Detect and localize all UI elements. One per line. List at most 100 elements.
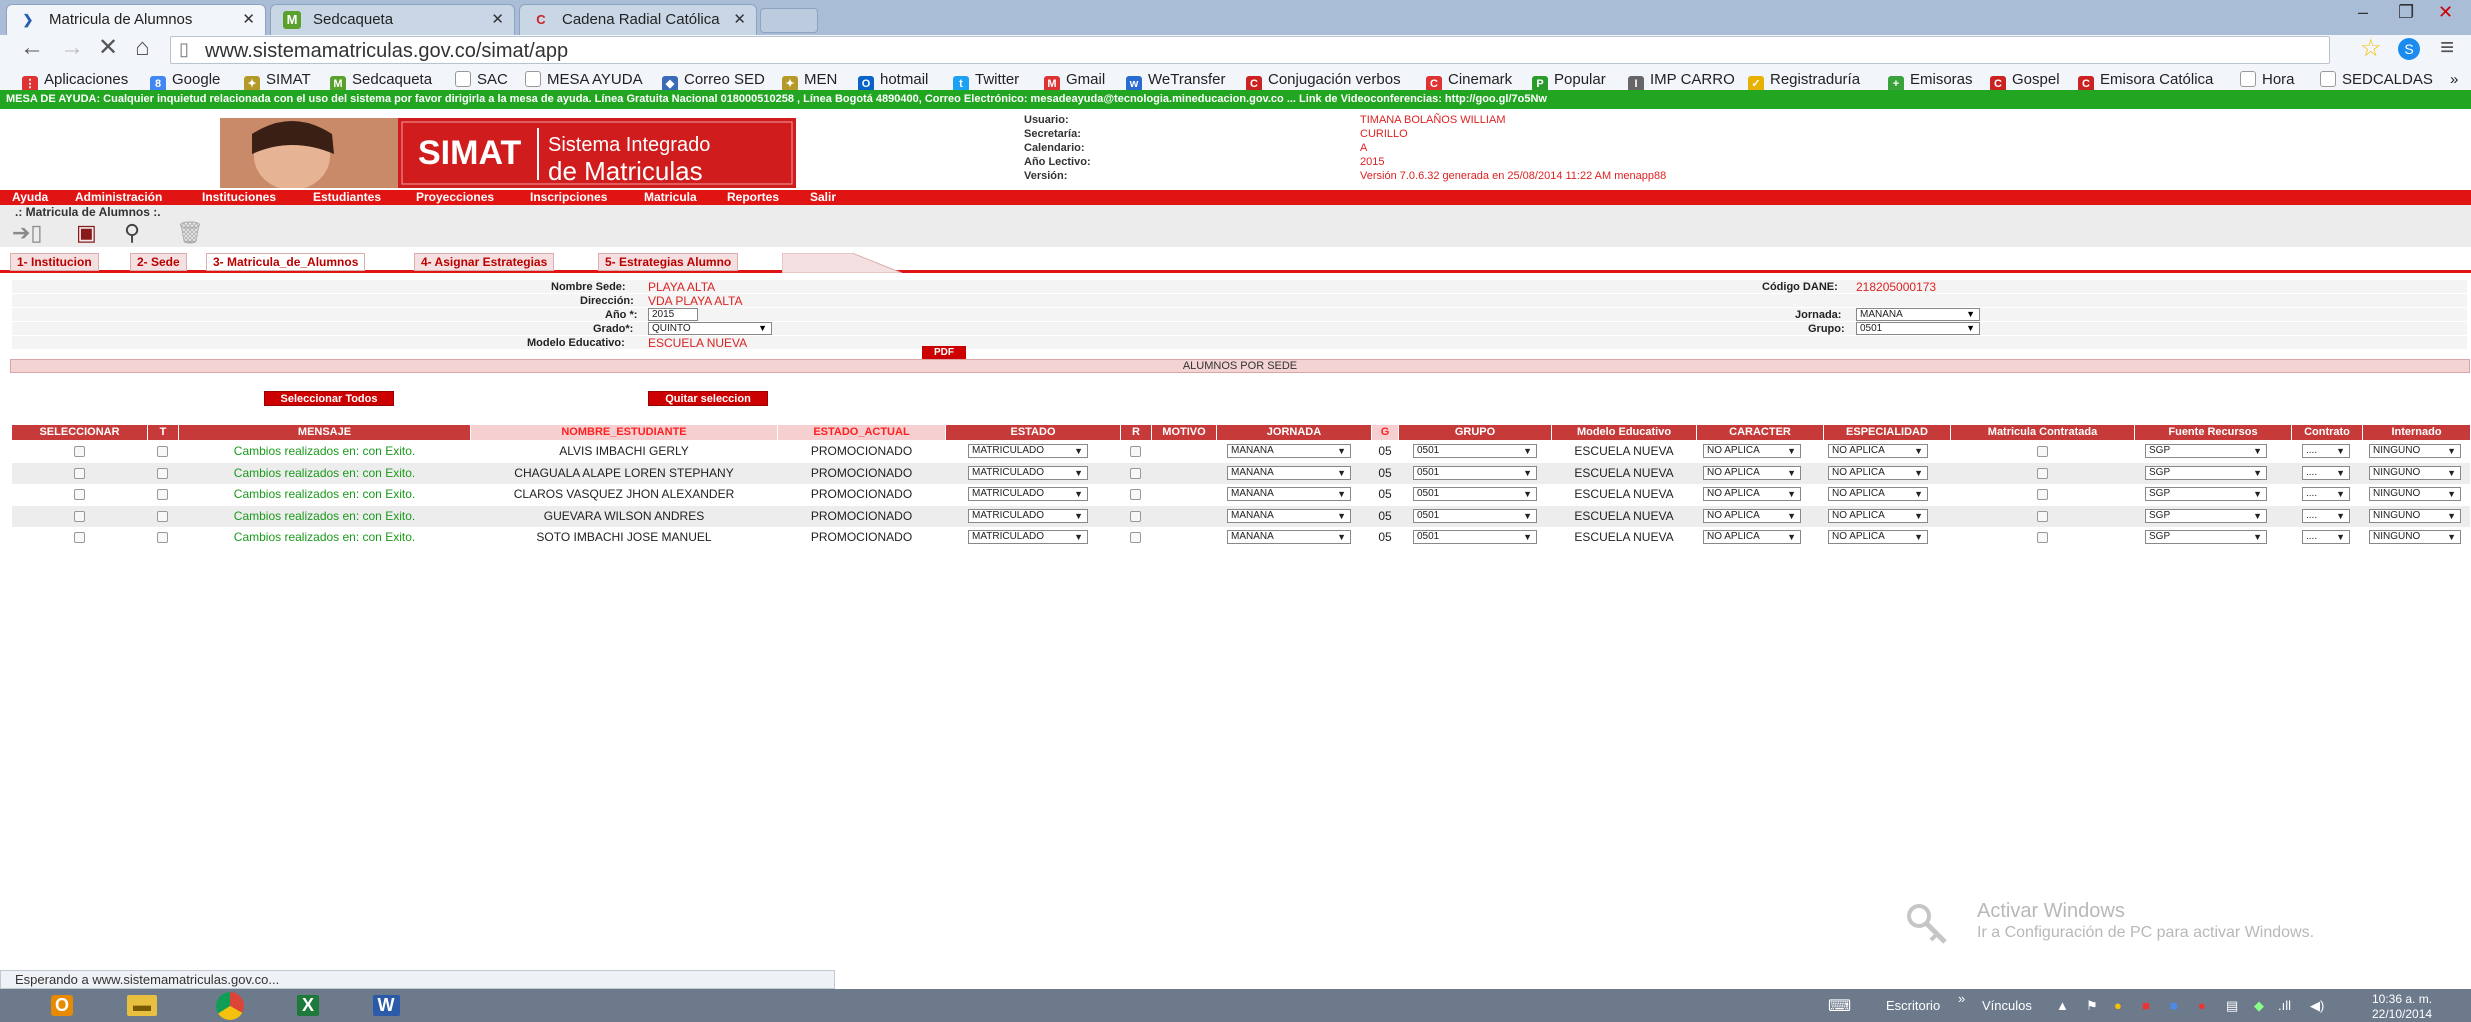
- bookmark-sedcaqueta[interactable]: M Sedcaqueta: [330, 71, 432, 92]
- bookmark-simat[interactable]: ✦ SIMAT: [244, 71, 311, 92]
- fuente-recursos-select[interactable]: SGP ▼: [2145, 465, 2267, 480]
- bookmark-hotmail[interactable]: Ohotmail: [858, 71, 928, 92]
- bookmark-gmail[interactable]: M Gmail: [1044, 71, 1105, 92]
- estado-select[interactable]: MATRICULADO ▼: [968, 465, 1088, 480]
- select-checkbox[interactable]: [73, 510, 85, 522]
- tab-institucion[interactable]: 1- Institucion: [10, 253, 99, 271]
- menu-administracion[interactable]: Administración: [75, 190, 162, 205]
- menu-reportes[interactable]: Reportes: [727, 190, 779, 205]
- header-modelo-educativo[interactable]: Modelo Educativo: [1552, 425, 1696, 440]
- pdf-button[interactable]: PDF: [922, 346, 966, 359]
- back-icon[interactable]: ←: [20, 35, 44, 61]
- more-bookmarks-icon[interactable]: »: [2450, 71, 2458, 88]
- tab-matricula-alumnos[interactable]: 3- Matricula_de_Alumnos: [206, 253, 366, 271]
- jornada-select[interactable]: MAÑANA ▼: [1227, 465, 1351, 480]
- especialidad-select[interactable]: NO APLICA ▼: [1828, 487, 1928, 501]
- remove-selection-button[interactable]: Quitar seleccion: [648, 391, 768, 406]
- header-g[interactable]: G: [1372, 425, 1398, 440]
- fuente-recursos-select[interactable]: SGP ▼: [2145, 530, 2267, 544]
- bookmark-sedcaldas[interactable]: SEDCALDAS: [2320, 71, 2433, 88]
- especialidad-select[interactable]: NO APLICA ▼: [1828, 508, 1928, 523]
- menu-estudiantes[interactable]: Estudiantes: [313, 190, 381, 205]
- tray-app-icon[interactable]: ■: [2170, 998, 2178, 1013]
- flag-icon[interactable]: ⚑: [2086, 998, 2098, 1014]
- bookmark-conjugacion[interactable]: C Conjugación verbos: [1246, 71, 1401, 92]
- header-caracter[interactable]: CARACTER: [1697, 425, 1823, 440]
- header-fuente-recursos[interactable]: Fuente Recursos: [2135, 425, 2291, 440]
- bookmark-google[interactable]: 8 Google: [150, 71, 220, 92]
- search-icon[interactable]: ⚲: [124, 222, 140, 244]
- bookmark-correo-sed[interactable]: ◆ Correo SED: [662, 71, 765, 92]
- grupo-select[interactable]: 0501 ▼: [1413, 487, 1537, 501]
- select-checkbox[interactable]: [73, 532, 85, 543]
- tab-asignar-estrategias[interactable]: 4- Asignar Estrategias: [414, 253, 555, 271]
- anio-input[interactable]: 2015: [648, 308, 698, 321]
- outlook-taskbar-icon[interactable]: O: [42, 989, 82, 1022]
- header-contrato[interactable]: Contrato: [2292, 425, 2362, 440]
- header-jornada[interactable]: JORNADA: [1217, 425, 1371, 440]
- header-estado-actual[interactable]: ESTADO_ACTUAL: [778, 425, 945, 440]
- tray-app-icon[interactable]: ●: [2198, 998, 2206, 1013]
- header-internado[interactable]: Internado: [2363, 425, 2470, 440]
- bookmark-popular[interactable]: P Popular: [1532, 71, 1606, 92]
- especialidad-select[interactable]: NO APLICA ▼: [1828, 530, 1928, 544]
- tab-estrategias-alumno[interactable]: 5- Estrategias Alumno: [598, 253, 739, 271]
- estado-select[interactable]: MATRICULADO ▼: [968, 487, 1088, 501]
- bookmark-mesa-ayuda[interactable]: MESA AYUDA: [525, 71, 643, 88]
- grado-select[interactable]: QUINTO ▼: [648, 322, 772, 335]
- bookmark-men[interactable]: ✦ MEN: [782, 71, 837, 92]
- menu-proyecciones[interactable]: Proyecciones: [416, 190, 494, 205]
- r-checkbox[interactable]: [1130, 510, 1141, 522]
- especialidad-select[interactable]: NO APLICA ▼: [1828, 465, 1928, 480]
- matricula-contratada-checkbox[interactable]: [2036, 467, 2048, 479]
- header-matricula-contratada[interactable]: Matricula Contratada: [1951, 425, 2134, 440]
- clock-date[interactable]: 22/10/2014: [2372, 1007, 2432, 1021]
- bookmark-registraduria[interactable]: ✓ Registraduría: [1748, 71, 1860, 92]
- r-checkbox[interactable]: [1130, 467, 1141, 479]
- internado-select[interactable]: NINGUNO ▼: [2369, 530, 2461, 544]
- explorer-taskbar-icon[interactable]: ▬: [122, 989, 162, 1022]
- contrato-select[interactable]: .... ▼: [2302, 487, 2350, 501]
- forward-icon[interactable]: →: [60, 35, 84, 61]
- grupo-select[interactable]: 0501 ▼: [1413, 465, 1537, 480]
- matricula-contratada-checkbox[interactable]: [2036, 446, 2048, 457]
- close-tab-icon[interactable]: ✕: [491, 5, 504, 34]
- matricula-contratada-checkbox[interactable]: [2036, 510, 2048, 522]
- new-tab-button[interactable]: [760, 8, 818, 33]
- menu-icon[interactable]: ≡: [2440, 35, 2454, 61]
- menu-matricula[interactable]: Matricula: [644, 190, 697, 205]
- star-icon[interactable]: ☆: [2360, 36, 2382, 62]
- contrato-select[interactable]: .... ▼: [2302, 465, 2350, 480]
- delete-icon[interactable]: 🗑: [176, 222, 204, 244]
- r-checkbox[interactable]: [1130, 489, 1141, 500]
- close-tab-icon[interactable]: ✕: [242, 5, 255, 34]
- r-checkbox[interactable]: [1130, 532, 1141, 543]
- internado-select[interactable]: NINGUNO ▼: [2369, 444, 2461, 458]
- header-t[interactable]: T: [148, 425, 178, 440]
- t-checkbox[interactable]: [157, 510, 168, 522]
- caracter-select[interactable]: NO APLICA ▼: [1703, 444, 1801, 458]
- internado-select[interactable]: NINGUNO ▼: [2369, 508, 2461, 523]
- tray-up-icon[interactable]: ▲: [2056, 998, 2069, 1013]
- header-especialidad[interactable]: ESPECIALIDAD: [1824, 425, 1950, 440]
- signal-icon[interactable]: .ıll: [2278, 998, 2291, 1013]
- t-checkbox[interactable]: [157, 446, 168, 457]
- bookmark-gospel[interactable]: C Gospel: [1990, 71, 2060, 92]
- select-all-button[interactable]: Seleccionar Todos: [264, 391, 394, 406]
- header-estado[interactable]: ESTADO: [946, 425, 1120, 440]
- menu-instituciones[interactable]: Instituciones: [202, 190, 276, 205]
- bookmark-hora[interactable]: Hora: [2240, 71, 2295, 88]
- bookmark-aplicaciones[interactable]: ⋮ Aplicaciones: [22, 71, 128, 92]
- fuente-recursos-select[interactable]: SGP ▼: [2145, 508, 2267, 523]
- header-mensaje[interactable]: MENSAJE: [179, 425, 470, 440]
- speaker-icon[interactable]: ◀): [2310, 998, 2324, 1014]
- skype-icon[interactable]: S: [2398, 38, 2420, 60]
- t-checkbox[interactable]: [157, 489, 168, 500]
- contrato-select[interactable]: .... ▼: [2302, 508, 2350, 523]
- t-checkbox[interactable]: [157, 532, 168, 543]
- caracter-select[interactable]: NO APLICA ▼: [1703, 530, 1801, 544]
- caracter-select[interactable]: NO APLICA ▼: [1703, 487, 1801, 501]
- select-checkbox[interactable]: [73, 489, 85, 500]
- desktop-toolbar[interactable]: Escritorio: [1886, 998, 1940, 1013]
- new-record-icon[interactable]: ➔▯: [12, 222, 43, 244]
